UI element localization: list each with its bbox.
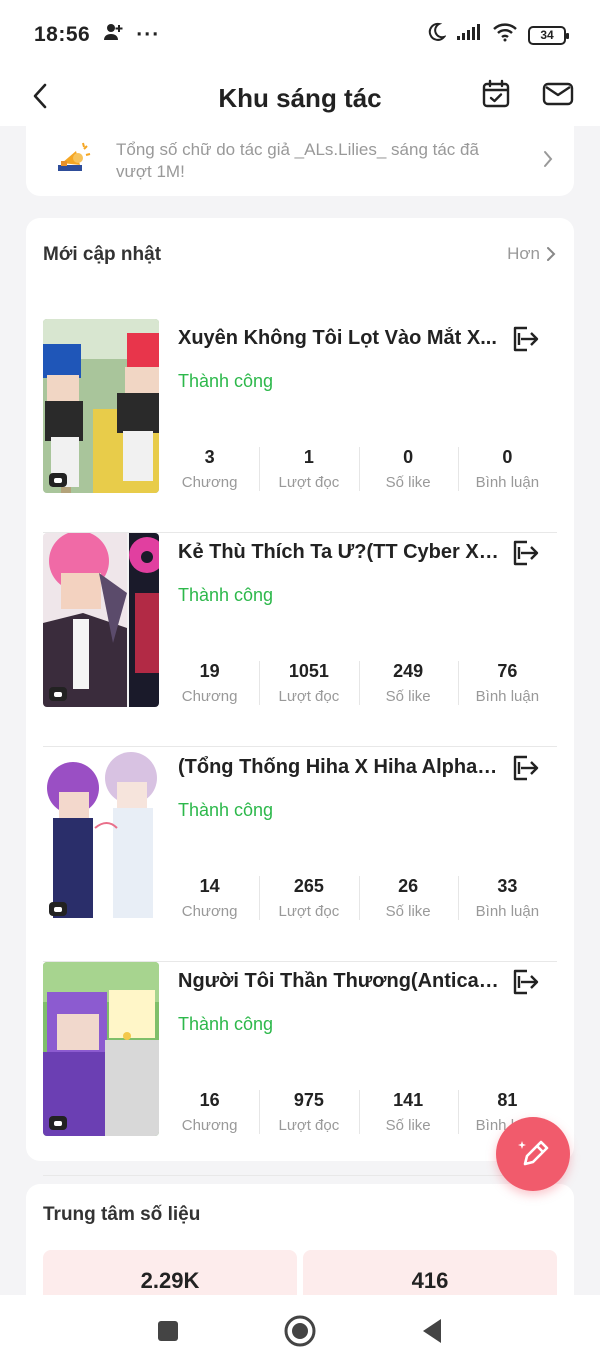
divider <box>43 1175 557 1176</box>
story-cover[interactable] <box>43 533 159 707</box>
story-title: Người Tôi Thần Thương(Anticat... <box>178 970 500 992</box>
stat-reads: 265 <box>293 876 324 896</box>
story-title: Xuyên Không Tôi Lọt Vào Mắt X... <box>178 327 497 349</box>
stat-label: Chương <box>181 688 238 705</box>
calendar-check-icon <box>482 79 510 108</box>
stat-label: Bình luận <box>475 688 540 705</box>
stat-label: Số like <box>385 688 431 705</box>
story-cover[interactable] <box>43 962 159 1136</box>
story-item[interactable]: (Tổng Thống Hiha X Hiha Alpha)... Thành … <box>43 748 557 962</box>
divider <box>43 746 557 747</box>
story-status: Thành công <box>178 1014 274 1034</box>
stat-label: Lượt đọc <box>278 1117 340 1134</box>
stat-reads: 1 <box>303 447 314 467</box>
status-bar: 18:56 ··· 34 <box>0 0 600 70</box>
stat-label: Số like <box>385 903 431 920</box>
stat-chapters: 16 <box>199 1090 220 1110</box>
story-stats: 3 Chương 1 Lượt đọc 0 Số like 0 Bình luận <box>160 443 557 495</box>
signal-icon <box>456 23 482 47</box>
notice-banner[interactable]: Tổng số chữ do tác giả _ALs.Lilies_ sáng… <box>26 126 574 196</box>
recent-apps-button[interactable] <box>150 1313 186 1349</box>
notice-text: Tổng số chữ do tác giả _ALs.Lilies_ sáng… <box>116 140 479 181</box>
stat-comments: 81 <box>497 1090 518 1110</box>
triangle-back-icon <box>423 1319 441 1343</box>
stat-label: Bình luận <box>475 474 540 491</box>
story-cover[interactable] <box>43 748 159 922</box>
chat-badge-icon <box>49 687 67 701</box>
stat-likes: 0 <box>403 447 414 467</box>
stat-chapters: 3 <box>204 447 215 467</box>
story-stats: 16Chương 975Lượt đọc 141Số like 81Bình l… <box>160 1086 557 1138</box>
stat-comments: 0 <box>502 447 513 467</box>
chevron-left-icon <box>33 83 47 109</box>
story-status: Thành công <box>178 585 274 605</box>
more-label: Hơn <box>507 244 540 263</box>
square-icon <box>158 1321 178 1341</box>
stat-likes: 249 <box>393 661 424 681</box>
moon-icon <box>426 22 447 48</box>
section-heading: Mới cập nhật <box>43 244 162 265</box>
stat-label: Lượt đọc <box>278 903 340 920</box>
export-icon[interactable] <box>510 538 540 568</box>
stat-reads: 1051 <box>288 661 329 681</box>
chat-badge-icon <box>49 473 67 487</box>
story-title: Kẻ Thù Thích Ta Ư?(TT Cyber X ... <box>178 541 500 563</box>
pencil-sparkle-icon <box>518 1140 549 1166</box>
stat-label: Chương <box>181 903 238 920</box>
story-stats: 19 Chương 1051 Lượt đọc 249 Số like 76 Bình … <box>160 657 557 709</box>
stat-label: Lượt đọc <box>278 688 340 705</box>
stat-label: Lượt đọc <box>278 474 340 491</box>
story-cover[interactable] <box>43 319 159 493</box>
stat-reads: 975 <box>293 1090 324 1110</box>
mail-button[interactable] <box>542 76 574 112</box>
stat-likes: 141 <box>393 1090 424 1110</box>
stat-chapters: 14 <box>199 876 220 896</box>
story-status: Thành công <box>178 800 274 820</box>
calendar-button[interactable] <box>480 76 512 112</box>
story-title: (Tổng Thống Hiha X Hiha Alpha)... <box>178 756 500 778</box>
stat-comments: 33 <box>497 876 518 896</box>
stat-label: Chương <box>181 474 238 491</box>
story-item[interactable]: Người Tôi Thần Thương(Anticat... Thành c… <box>43 962 557 1176</box>
stat-label: Số like <box>385 474 431 491</box>
home-button[interactable] <box>282 1313 318 1349</box>
story-stats: 14 Chương 265 Lượt đọc 26 Số like 33 Bình lu… <box>160 872 557 924</box>
chat-badge-icon <box>49 1116 67 1130</box>
circle-icon <box>284 1315 316 1347</box>
chevron-right-icon <box>547 247 556 261</box>
story-status: Thành công <box>178 371 274 391</box>
section-heading: Trung tâm số liệu <box>43 1204 201 1225</box>
write-fab-button[interactable] <box>496 1117 570 1191</box>
mail-icon <box>542 82 574 106</box>
story-item[interactable]: Kẻ Thù Thích Ta Ư?(TT Cyber X ... Thành … <box>43 533 557 747</box>
page-title: Khu sáng tác <box>218 82 382 113</box>
more-dots-icon: ··· <box>136 23 161 46</box>
back-button[interactable] <box>22 76 58 116</box>
stat-comments: 76 <box>497 661 518 681</box>
stat-label: Số like <box>385 1117 431 1134</box>
story-item[interactable]: Xuyên Không Tôi Lọt Vào Mắt X... Thành c… <box>43 319 557 533</box>
data-center-card: Trung tâm số liệu 2.29K 416 <box>26 1184 574 1304</box>
stat-label: Chương <box>181 1117 238 1134</box>
stat-label: Bình luận <box>475 903 540 920</box>
battery-icon: 34 <box>528 25 569 45</box>
export-icon[interactable] <box>510 753 540 783</box>
export-icon[interactable] <box>510 324 540 354</box>
recent-updates-card: Mới cập nhật Hơn Xuyên Không Tôi Lọt Vào… <box>26 218 574 1176</box>
wifi-icon <box>492 22 518 48</box>
export-icon[interactable] <box>510 967 540 997</box>
status-time: 18:56 <box>34 23 91 46</box>
back-nav-button[interactable] <box>414 1313 450 1349</box>
system-nav-bar <box>0 1295 600 1367</box>
more-link[interactable]: Hơn <box>507 244 556 264</box>
person-add-icon <box>102 22 124 48</box>
chevron-right-icon <box>542 148 554 174</box>
app-header: Khu sáng tác <box>0 70 600 126</box>
stat-chapters: 19 <box>199 661 220 681</box>
stat-likes: 26 <box>398 876 419 896</box>
chat-badge-icon <box>49 902 67 916</box>
megaphone-icon <box>54 141 94 181</box>
